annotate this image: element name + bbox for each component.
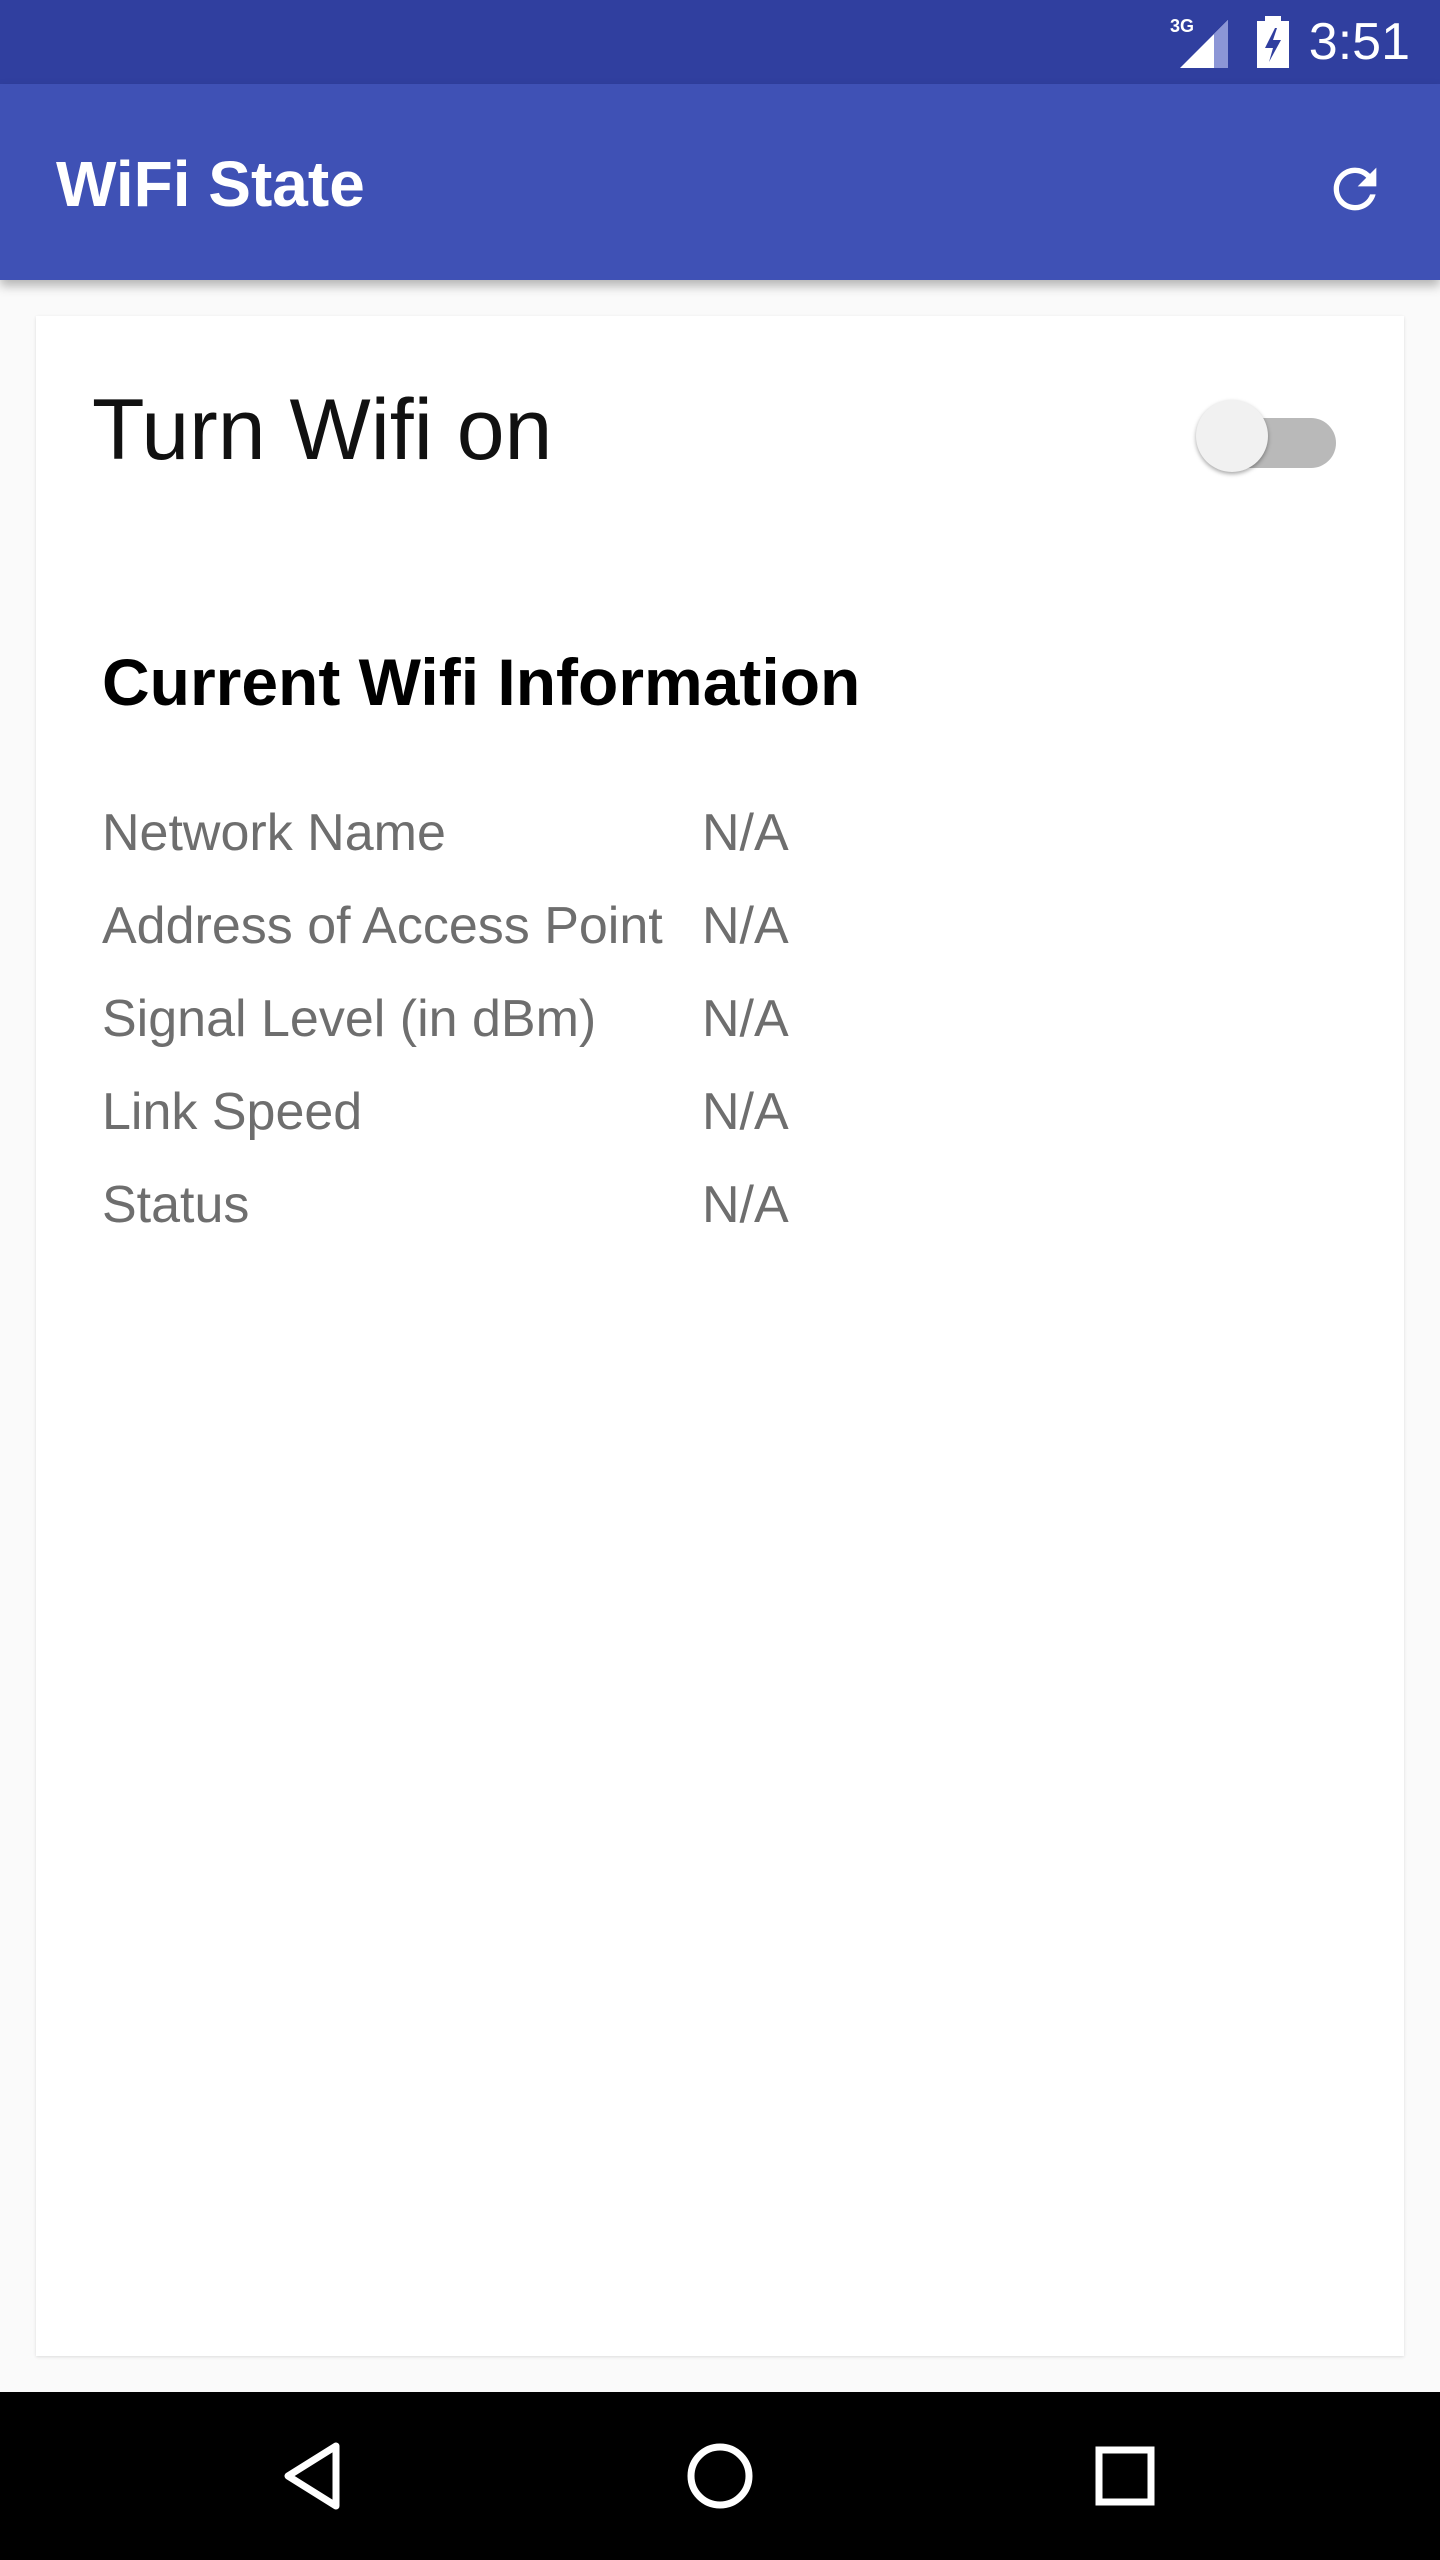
content-card: Turn Wifi on Current Wifi Information Ne… xyxy=(36,316,1404,2356)
wifi-toggle-label: Turn Wifi on xyxy=(92,382,553,478)
home-button[interactable] xyxy=(670,2426,770,2526)
recents-button[interactable] xyxy=(1075,2426,1175,2526)
home-icon xyxy=(687,2443,753,2509)
link-speed-value: N/A xyxy=(702,1082,789,1141)
clock: 3:51 xyxy=(1308,13,1410,71)
info-table: Network Name N/A Address of Access Point… xyxy=(102,786,789,1251)
refresh-icon xyxy=(1333,167,1377,211)
navigation-bar xyxy=(0,2392,1440,2560)
info-row: Address of Access Point N/A xyxy=(102,879,789,972)
app-bar: WiFi State xyxy=(0,84,1440,280)
access-point-value: N/A xyxy=(702,896,789,955)
info-row: Signal Level (in dBm) N/A xyxy=(102,972,789,1065)
info-row: Network Name N/A xyxy=(102,786,789,879)
signal-level-value: N/A xyxy=(702,989,789,1048)
back-button[interactable] xyxy=(264,2426,364,2526)
page-title: WiFi State xyxy=(56,148,365,220)
signal-icon: 3G xyxy=(1170,16,1228,68)
network-name-value: N/A xyxy=(702,803,789,862)
status-bar: 3G 3:51 xyxy=(0,0,1440,84)
signal-level-label: Signal Level (in dBm) xyxy=(102,989,597,1048)
status-value: N/A xyxy=(702,1175,789,1234)
wifi-toggle-switch[interactable] xyxy=(1196,396,1346,472)
status-label: Status xyxy=(102,1175,250,1234)
info-row: Link Speed N/A xyxy=(102,1065,789,1158)
recents-icon xyxy=(1095,2446,1155,2506)
info-section-title: Current Wifi Information xyxy=(102,645,861,719)
access-point-label: Address of Access Point xyxy=(102,896,663,955)
network-type-label: 3G xyxy=(1170,16,1194,36)
info-row: Status N/A xyxy=(102,1158,789,1251)
link-speed-label: Link Speed xyxy=(102,1082,363,1141)
refresh-button[interactable] xyxy=(1310,144,1400,234)
battery-charging-icon xyxy=(1257,16,1289,68)
network-name-label: Network Name xyxy=(102,803,446,862)
back-icon xyxy=(284,2442,340,2510)
switch-thumb xyxy=(1196,400,1268,472)
